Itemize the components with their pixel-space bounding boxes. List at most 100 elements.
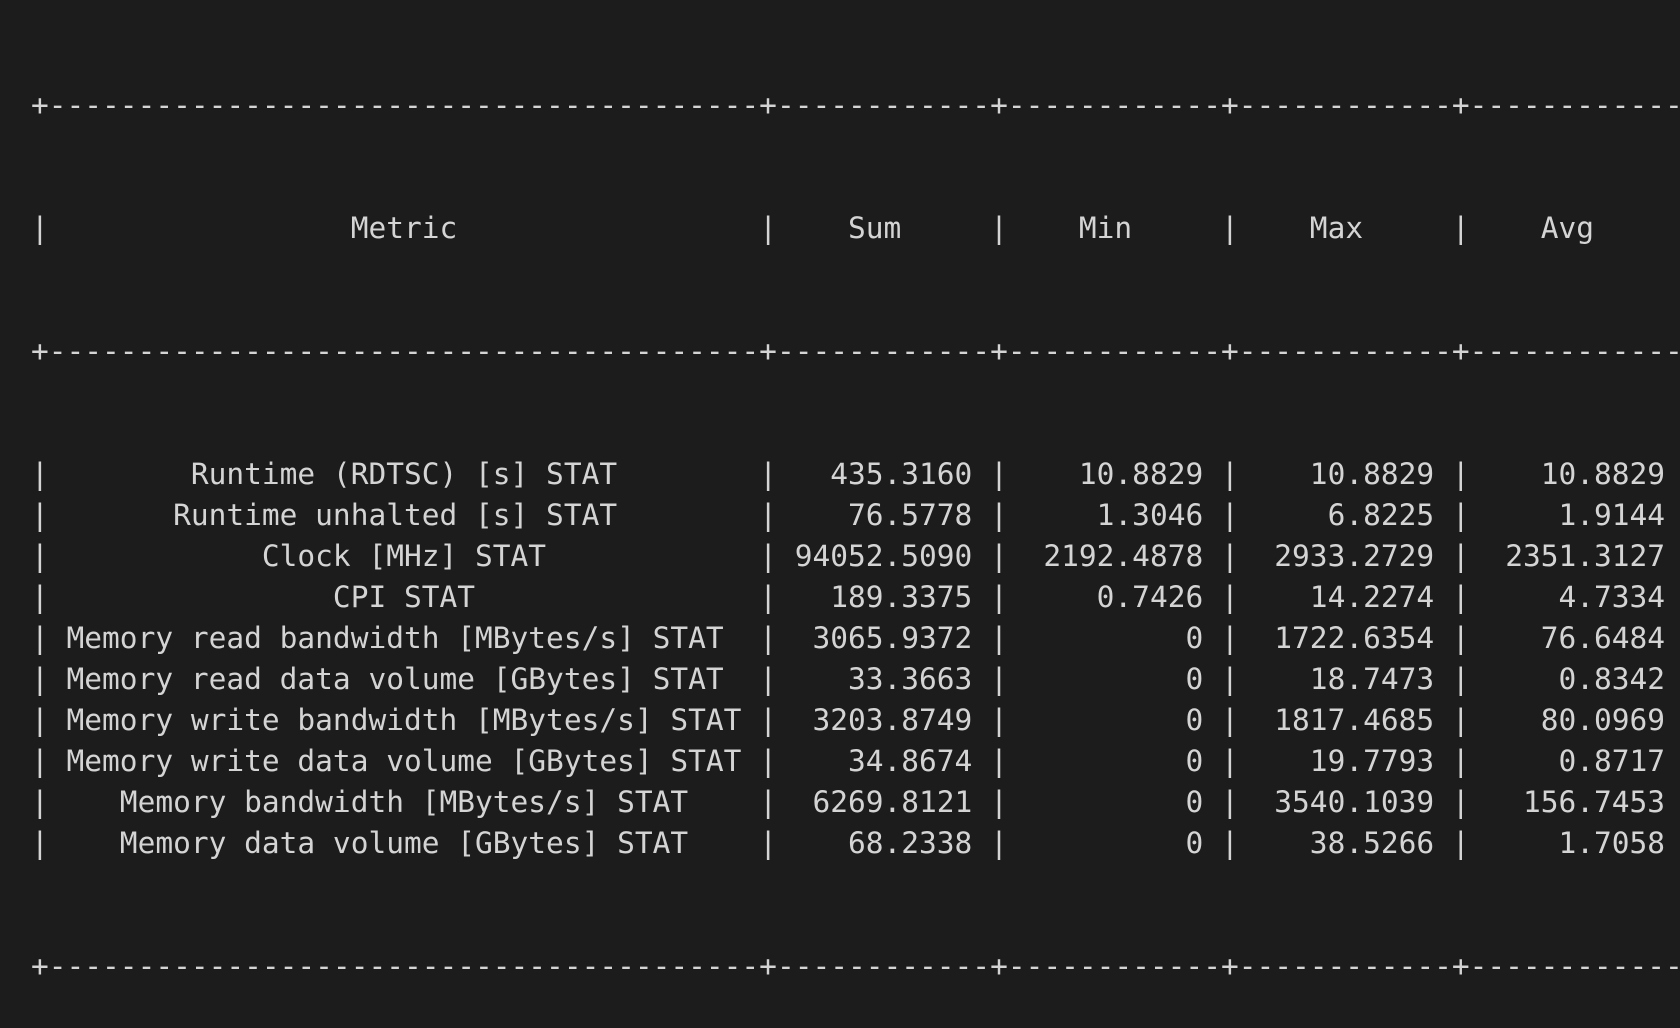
cell-min: 0 [1007,785,1221,819]
cell-max: 38.5266 [1238,826,1452,860]
column-separator: | [31,785,49,819]
cell-sum: 76.5778 [776,498,991,532]
cell-metric: Memory write data volume [GBytes] STAT [48,744,760,778]
cell-metric: Memory data volume [GBytes] STAT [48,826,760,860]
cell-metric: Memory read data volume [GBytes] STAT [48,662,760,696]
cell-min: 0 [1007,703,1221,737]
column-separator: | [31,498,49,532]
column-separator: | [1451,703,1470,737]
cell-avg: 0.8717 [1469,744,1680,778]
table-row: | Memory bandwidth [MBytes/s] STAT | 626… [31,782,1680,823]
column-separator: | [759,539,777,573]
table-row: | Memory write bandwidth [MBytes/s] STAT… [31,700,1680,741]
cell-max: 2933.2729 [1238,539,1452,573]
column-separator: | [31,744,49,778]
cell-sum: 34.8674 [776,744,991,778]
column-separator: | [990,621,1008,655]
cell-max: 3540.1039 [1238,785,1452,819]
cell-sum: 68.2338 [776,826,991,860]
header-metric: Metric [48,211,760,245]
cell-metric: Runtime (RDTSC) [s] STAT [48,457,760,491]
column-separator: | [1221,539,1239,573]
column-separator: | [1221,211,1239,245]
column-separator: | [759,785,777,819]
column-separator: | [1221,785,1239,819]
table-row: | Clock [MHz] STAT | 94052.5090 | 2192.4… [31,536,1680,577]
header-sum: Sum [776,211,991,245]
column-separator: | [990,744,1008,778]
cell-min: 10.8829 [1007,457,1221,491]
cell-sum: 33.3663 [776,662,991,696]
column-separator: | [759,744,777,778]
cell-min: 0.7426 [1007,580,1221,614]
column-separator: | [759,580,777,614]
column-separator: | [1451,211,1470,245]
cell-sum: 3065.9372 [776,621,991,655]
cell-max: 18.7473 [1238,662,1452,696]
cell-avg: 10.8829 [1469,457,1680,491]
column-separator: | [759,498,777,532]
table-body: | Runtime (RDTSC) [s] STAT | 435.3160 | … [31,454,1680,864]
column-separator: | [759,703,777,737]
column-separator: | [759,662,777,696]
column-separator: | [1221,498,1239,532]
column-separator: | [1221,621,1239,655]
column-separator: | [1221,744,1239,778]
table-row: | Runtime unhalted [s] STAT | 76.5778 | … [31,495,1680,536]
column-separator: | [1451,785,1470,819]
table-row: | Memory data volume [GBytes] STAT | 68.… [31,823,1680,864]
cell-max: 10.8829 [1238,457,1452,491]
cell-sum: 94052.5090 [776,539,991,573]
column-separator: | [990,703,1008,737]
column-separator: | [1451,744,1470,778]
column-separator: | [759,621,777,655]
column-separator: | [1451,457,1470,491]
cell-min: 0 [1007,662,1221,696]
cell-min: 1.3046 [1007,498,1221,532]
column-separator: | [759,826,777,860]
column-separator: | [1451,498,1470,532]
column-separator: | [990,662,1008,696]
column-separator: | [990,785,1008,819]
cell-metric: Runtime unhalted [s] STAT [48,498,760,532]
column-separator: | [1221,457,1239,491]
cell-min: 0 [1007,826,1221,860]
cell-avg: 1.9144 [1469,498,1680,532]
cell-sum: 435.3160 [776,457,991,491]
column-separator: | [1221,826,1239,860]
column-separator: | [990,826,1008,860]
cell-metric: Clock [MHz] STAT [48,539,760,573]
column-separator: | [31,826,49,860]
cell-max: 1817.4685 [1238,703,1452,737]
column-separator: | [31,457,49,491]
header-max: Max [1238,211,1452,245]
column-separator: | [31,539,49,573]
column-separator: | [1451,662,1470,696]
cell-avg: 2351.3127 [1469,539,1680,573]
column-separator: | [1221,662,1239,696]
table-border-top: +---------------------------------------… [31,88,1680,122]
column-separator: | [31,621,49,655]
column-separator: | [31,211,49,245]
cell-max: 1722.6354 [1238,621,1452,655]
column-separator: | [1221,580,1239,614]
column-separator: | [990,457,1008,491]
column-separator: | [990,211,1008,245]
table-row: | Memory read bandwidth [MBytes/s] STAT … [31,618,1680,659]
column-separator: | [759,457,777,491]
cell-max: 14.2274 [1238,580,1452,614]
cell-avg: 156.7453 [1469,785,1680,819]
column-separator: | [31,580,49,614]
table-row: | CPI STAT | 189.3375 | 0.7426 | 14.2274… [31,577,1680,618]
cell-max: 19.7793 [1238,744,1452,778]
header-min: Min [1007,211,1221,245]
cell-avg: 80.0969 [1469,703,1680,737]
terminal-output: +---------------------------------------… [31,3,1680,1028]
cell-metric: Memory write bandwidth [MBytes/s] STAT [48,703,760,737]
cell-sum: 189.3375 [776,580,991,614]
cell-avg: 0.8342 [1469,662,1680,696]
table-row: | Runtime (RDTSC) [s] STAT | 435.3160 | … [31,454,1680,495]
table-row: | Memory read data volume [GBytes] STAT … [31,659,1680,700]
cell-min: 0 [1007,621,1221,655]
column-separator: | [990,580,1008,614]
